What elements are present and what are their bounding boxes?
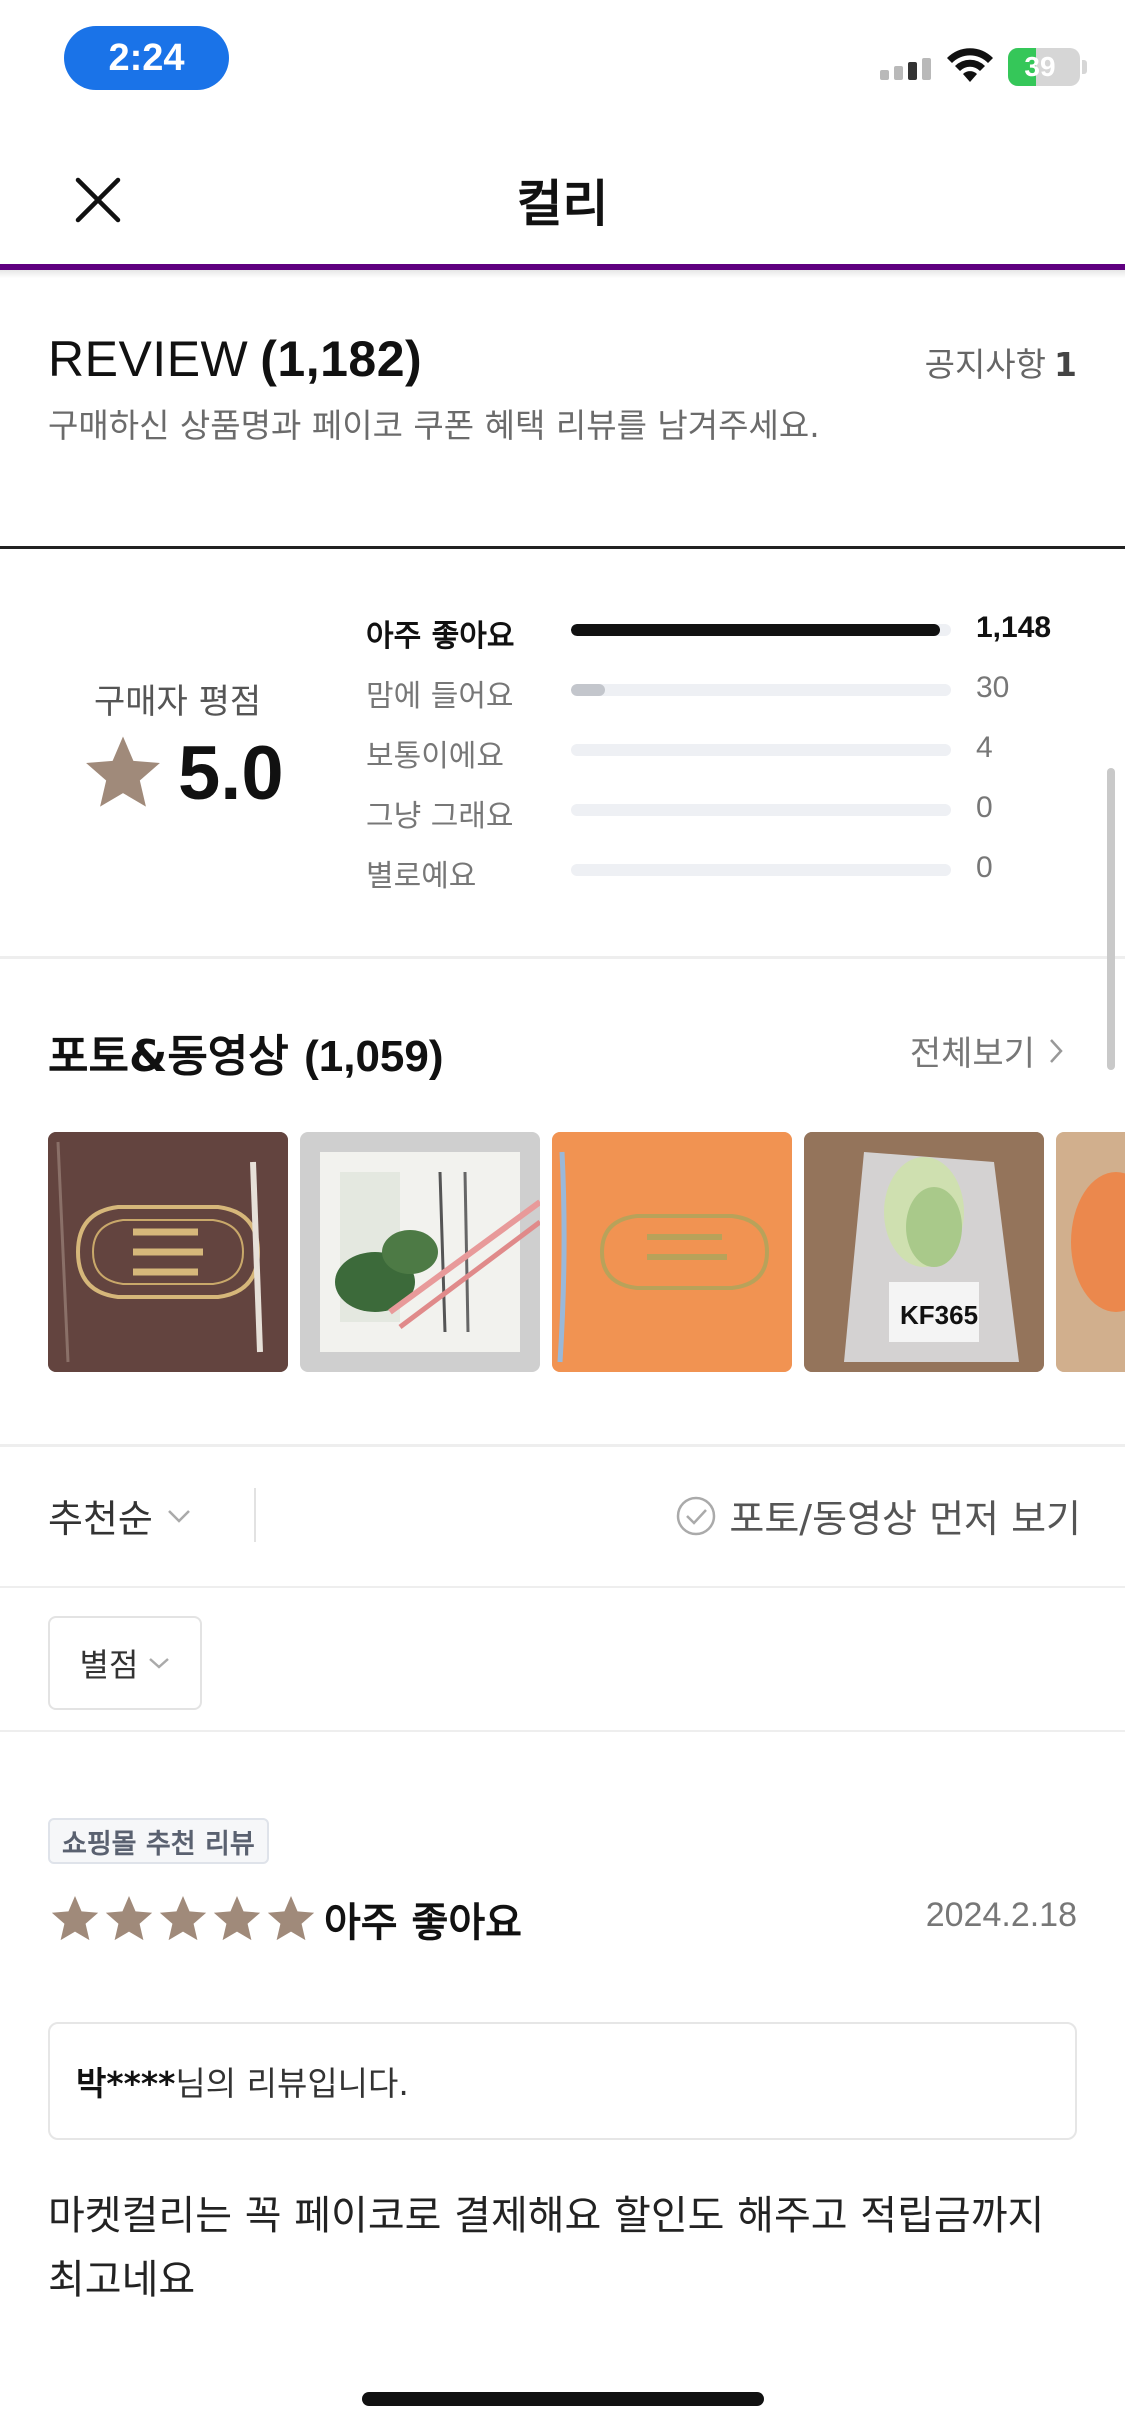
photo-title-text: 포토&동영상 <box>48 1031 289 1082</box>
wifi-icon <box>947 48 993 82</box>
rating-distribution-row: 맘에 들어요 30 <box>366 661 1066 721</box>
scrollbar[interactable] <box>1107 768 1115 1070</box>
section-divider <box>0 956 1125 959</box>
review-count: (1,182) <box>260 331 423 387</box>
notice-label: 공지사항 <box>924 345 1047 384</box>
nav-bar: 컬리 <box>0 140 1125 270</box>
distribution-count: 4 <box>976 731 993 764</box>
distribution-bar <box>571 864 951 876</box>
section-divider <box>0 1586 1125 1588</box>
battery-icon: 39 <box>1008 48 1080 86</box>
chevron-down-icon <box>149 1658 170 1669</box>
photo-thumbnail[interactable] <box>1056 1132 1125 1372</box>
rating-label: 구매자 평점 <box>94 682 262 722</box>
star-icon <box>267 1896 315 1941</box>
distribution-count: 0 <box>976 851 993 884</box>
photo-first-toggle[interactable]: 포토/동영상 먼저 보기 <box>675 1488 1081 1543</box>
home-indicator <box>362 2392 764 2406</box>
notice-count: 1 <box>1054 345 1077 384</box>
thumbnail-label: KF365 <box>900 1300 978 1330</box>
rating-distribution-row: 보통이에요 4 <box>366 721 1066 781</box>
sort-separator <box>254 1488 256 1542</box>
photo-thumbnails: KF365 <box>48 1132 1125 1372</box>
battery-level: 39 <box>1024 51 1056 82</box>
distribution-label: 아주 좋아요 <box>366 619 515 654</box>
rating-filter-label: 별점 <box>79 1646 139 1684</box>
photo-count: (1,059) <box>304 1032 444 1081</box>
distribution-count: 0 <box>976 791 993 824</box>
page-title: 컬리 <box>516 175 609 233</box>
distribution-bar <box>571 624 951 636</box>
see-all-label: 전체보기 <box>909 1034 1035 1074</box>
distribution-label: 그냥 그래요 <box>366 799 514 834</box>
battery-cap <box>1082 60 1087 74</box>
review-stars <box>48 1892 318 1946</box>
notice-link[interactable]: 공지사항 1 <box>925 338 1077 386</box>
photo-section-title: 포토&동영상 (1,059) <box>48 1020 444 1084</box>
distribution-count: 1,148 <box>976 611 1052 644</box>
star-icon <box>51 1896 99 1941</box>
review-body: 마켓컬리는 꼭 페이코로 결제해요 할인도 해주고 적립금까지 최고네요 <box>48 2193 1045 2303</box>
star-icon <box>213 1896 261 1941</box>
review-date: 2024.2.18 <box>925 1896 1077 1934</box>
nav-shadow <box>0 270 1125 278</box>
distribution-bar-fill <box>571 684 606 696</box>
chevron-right-icon <box>1050 1038 1063 1063</box>
photo-thumbnail[interactable] <box>300 1132 540 1372</box>
review-author-suffix: 님의 리뷰입니다. <box>175 2064 409 2103</box>
cellular-signal-icon <box>880 58 931 80</box>
distribution-label: 보통이에요 <box>366 739 504 774</box>
rating-filter-button[interactable]: 별점 <box>48 1616 202 1710</box>
photo-thumbnail[interactable] <box>48 1132 288 1372</box>
distribution-bar <box>571 804 951 816</box>
star-icon <box>105 1896 153 1941</box>
recommended-review-badge: 쇼핑몰 추천 리뷰 <box>48 1818 269 1864</box>
section-divider <box>0 1444 1125 1447</box>
rating-distribution-row: 아주 좋아요 1,148 <box>366 601 1066 661</box>
photo-first-label: 포토/동영상 먼저 보기 <box>729 1497 1081 1541</box>
review-author-box: 박**** 님의 리뷰입니다. <box>48 2022 1077 2140</box>
photo-thumbnail[interactable]: KF365 <box>804 1132 1044 1372</box>
review-title-text: REVIEW <box>48 331 249 387</box>
chevron-down-icon <box>168 1509 190 1523</box>
review-rating-text: 아주 좋아요 <box>324 1900 522 1946</box>
section-divider <box>0 1730 1125 1732</box>
star-icon <box>159 1896 207 1941</box>
distribution-label: 맘에 들어요 <box>366 679 514 714</box>
rating-distribution-row: 그냥 그래요 0 <box>366 781 1066 841</box>
review-description: 구매하신 상품명과 페이코 쿠폰 혜택 리뷰를 남겨주세요. <box>48 406 820 445</box>
review-author-name: 박**** <box>76 2064 176 2103</box>
distribution-bar <box>571 744 951 756</box>
distribution-bar <box>571 684 951 696</box>
review-section-title: REVIEW (1,182) <box>48 330 422 388</box>
see-all-button[interactable]: 전체보기 <box>910 1026 1063 1075</box>
check-circle-icon <box>677 1496 716 1535</box>
distribution-label: 별로예요 <box>366 859 477 894</box>
sort-dropdown[interactable]: 추천순 <box>48 1488 191 1543</box>
status-bar: 2:24 39 <box>0 0 1125 130</box>
rating-score: 5.0 <box>178 731 284 816</box>
sort-selected-label: 추천순 <box>48 1497 153 1541</box>
photo-thumbnail[interactable] <box>552 1132 792 1372</box>
star-icon <box>86 736 160 807</box>
distribution-count: 30 <box>976 671 1010 704</box>
review-rating: 아주 좋아요 <box>48 1890 522 1948</box>
rating-distribution-row: 별로예요 0 <box>366 841 1066 901</box>
status-time: 2:24 <box>64 26 229 90</box>
header-divider <box>0 546 1125 549</box>
distribution-bar-fill <box>571 624 940 636</box>
